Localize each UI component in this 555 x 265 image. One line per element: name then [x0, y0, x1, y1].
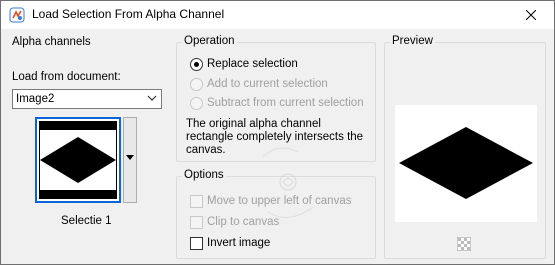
window-title: Load Selection From Alpha Channel — [32, 7, 225, 21]
preview-image — [399, 127, 533, 199]
thumbnail-dropdown-button[interactable] — [123, 117, 137, 203]
thumbnail-caption: Selectie 1 — [61, 215, 112, 227]
invert-image-label: Invert image — [207, 237, 271, 249]
close-button[interactable] — [507, 1, 554, 29]
preview-group-title: Preview — [390, 35, 435, 47]
watermark-seal — [262, 147, 314, 218]
chevron-down-icon — [147, 95, 157, 101]
thumbnail-image — [40, 122, 116, 198]
document-dropdown-value: Image2 — [16, 93, 55, 105]
document-dropdown[interactable]: Image2 — [12, 89, 162, 109]
add-selection-label: Add to current selection — [207, 78, 328, 90]
load-from-document-label: Load from document: — [12, 71, 121, 83]
app-icon — [9, 7, 25, 23]
close-icon — [525, 10, 536, 20]
title-bar: Load Selection From Alpha Channel — [1, 1, 554, 29]
preview-canvas — [395, 105, 537, 222]
subtract-selection-label: Subtract from current selection — [207, 97, 364, 109]
alpha-channels-title: Alpha channels — [12, 36, 91, 48]
dialog-window: Load Selection From Alpha Channel Alpha … — [0, 0, 555, 265]
dialog-content: Alpha channels Load from document: Image… — [1, 29, 554, 264]
transparency-checker-icon[interactable] — [457, 237, 471, 251]
alpha-channel-thumbnail[interactable] — [35, 117, 121, 203]
operation-group-title: Operation — [182, 35, 237, 47]
dropdown-arrow-icon — [126, 155, 134, 160]
replace-selection-label: Replace selection — [207, 58, 298, 70]
options-group-title: Options — [182, 169, 226, 181]
